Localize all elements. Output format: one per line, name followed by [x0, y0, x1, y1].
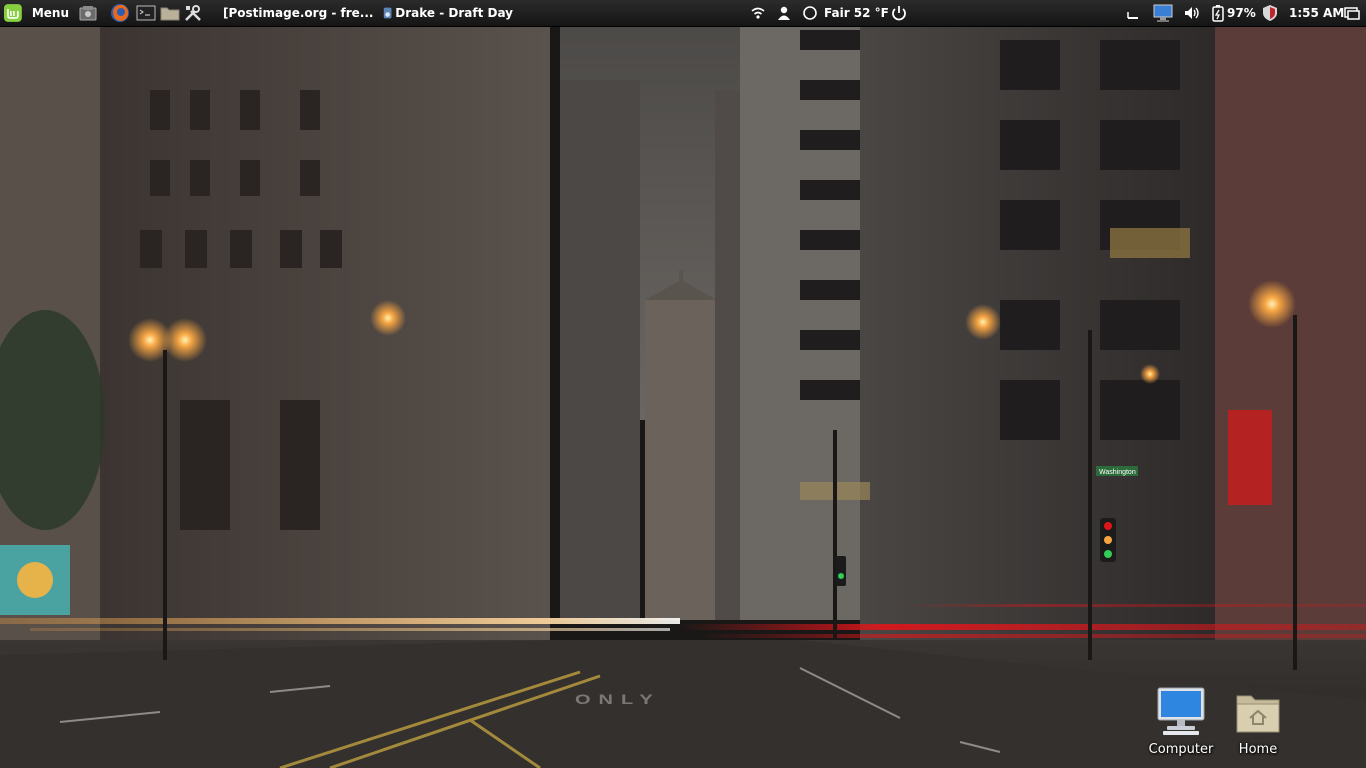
- desktop-icon-label: Home: [1238, 742, 1278, 757]
- clock-applet[interactable]: 1:55 AM: [1289, 0, 1344, 26]
- power-applet[interactable]: [890, 0, 908, 26]
- battery-applet[interactable]: 97%: [1211, 0, 1256, 26]
- battery-icon: [1212, 5, 1224, 22]
- launcher-settings[interactable]: [183, 0, 203, 26]
- desktop-icon-label: Computer: [1148, 742, 1214, 757]
- launcher-files[interactable]: [78, 0, 98, 26]
- home-folder-icon: [1236, 695, 1280, 733]
- weather-icon: [803, 6, 817, 20]
- weather-applet[interactable]: Fair 52 °F: [802, 0, 889, 26]
- weather-text: Fair 52 °F: [824, 6, 889, 20]
- taskbar-window-audio[interactable]: Drake - Draft Day: [383, 0, 513, 26]
- window-list-applet[interactable]: [1126, 0, 1140, 26]
- show-desktop-button[interactable]: [1344, 0, 1360, 26]
- svg-text:Washington: Washington: [1099, 469, 1136, 476]
- power-icon: [892, 6, 906, 21]
- network-monitor-icon: [1153, 4, 1173, 22]
- svg-text:ONLY: ONLY: [575, 691, 661, 707]
- desktop-icon-computer[interactable]: Computer: [1145, 686, 1217, 757]
- firefox-icon: [111, 4, 129, 22]
- user-icon: [778, 6, 790, 20]
- volume-applet[interactable]: [1184, 0, 1200, 26]
- show-desktop-icon: [1344, 7, 1360, 20]
- battery-percent: 97%: [1227, 6, 1256, 20]
- window-list-icon: [1127, 12, 1138, 19]
- wifi-applet[interactable]: [750, 0, 766, 26]
- folder-icon: [160, 7, 180, 21]
- terminal-icon: [136, 5, 156, 21]
- linux-mint-logo-icon: [3, 4, 22, 22]
- volume-icon: [1185, 7, 1199, 19]
- wifi-icon: [751, 7, 765, 19]
- network-monitor-applet[interactable]: [1152, 0, 1174, 26]
- shield-icon: [1263, 5, 1277, 21]
- top-panel: Menu [Postimage.org - fre... Drake - Dra…: [0, 0, 1366, 27]
- menu-label: Menu: [31, 6, 69, 20]
- clock: 1:55 AM: [1289, 6, 1345, 20]
- desktop-wallpaper: ONLY Washington: [0, 0, 1366, 768]
- computer-icon: [1157, 687, 1205, 735]
- security-applet[interactable]: [1261, 0, 1279, 26]
- user-applet[interactable]: [776, 0, 792, 26]
- launcher-terminal[interactable]: [136, 0, 156, 26]
- launcher-firefox[interactable]: [110, 0, 130, 26]
- taskbar-window-title: [Postimage.org - fre...: [223, 6, 374, 20]
- taskbar-window-title: Drake - Draft Day: [395, 6, 513, 20]
- settings-tools-icon: [185, 5, 201, 21]
- desktop-icon-home[interactable]: Home: [1230, 690, 1286, 757]
- taskbar-window-firefox[interactable]: [Postimage.org - fre...: [220, 0, 374, 26]
- launcher-folder[interactable]: [160, 0, 180, 26]
- files-icon: [79, 6, 97, 21]
- menu-button[interactable]: Menu: [3, 0, 69, 26]
- audio-player-icon: [383, 7, 392, 19]
